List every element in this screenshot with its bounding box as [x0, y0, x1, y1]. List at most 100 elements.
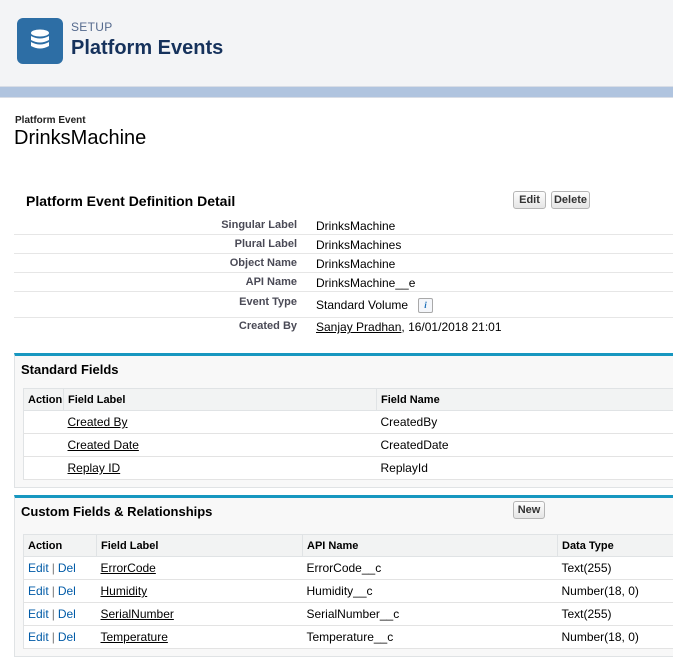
field-label-cell: ErrorCode	[97, 557, 303, 580]
api-name-cell: ErrorCode__c	[303, 557, 558, 580]
field-name-cell: ReplayId	[377, 457, 673, 480]
field-label-cell: Humidity	[97, 580, 303, 603]
detail-row: Singular Label DrinksMachine	[14, 216, 673, 235]
edit-link[interactable]: Edit	[28, 561, 49, 575]
action-cell: Edit|Del	[24, 557, 97, 580]
detail-row: Plural Label DrinksMachines	[14, 235, 673, 254]
separator: |	[52, 561, 55, 575]
section-title: Standard Fields	[21, 362, 119, 377]
field-label-cell: Created By	[64, 411, 377, 434]
detail-section-title: Platform Event Definition Detail	[26, 193, 235, 209]
column-header: Action	[24, 535, 97, 557]
detail-row: Created By Sanjay Pradhan, 16/01/2018 21…	[14, 318, 673, 338]
table-header: Action Field Label API Name Data Type	[24, 535, 673, 557]
api-name-cell: Temperature__c	[303, 626, 558, 649]
separator: |	[52, 607, 55, 621]
column-header: Action	[24, 389, 64, 411]
database-icon	[17, 18, 63, 64]
column-header: API Name	[303, 535, 558, 557]
detail-label: API Name	[246, 276, 297, 288]
detail-value: Sanjay Pradhan, 16/01/2018 21:01	[316, 320, 502, 334]
delete-link[interactable]: Del	[58, 630, 76, 644]
table-row: Created Date CreatedDate	[24, 434, 673, 457]
detail-row: API Name DrinksMachine__e	[14, 273, 673, 292]
column-header: Data Type	[558, 535, 673, 557]
new-field-button[interactable]: New	[513, 501, 545, 519]
edit-link[interactable]: Edit	[28, 630, 49, 644]
header-kicker: SETUP	[71, 20, 113, 34]
custom-fields-table: Action Field Label API Name Data Type Ed…	[23, 534, 673, 649]
delete-link[interactable]: Del	[58, 561, 76, 575]
table-row: Edit|Del Humidity Humidity__c Number(18,…	[24, 580, 673, 603]
table-row: Edit|Del ErrorCode ErrorCode__c Text(255…	[24, 557, 673, 580]
record-name: DrinksMachine	[14, 127, 146, 150]
info-icon[interactable]: i	[418, 298, 433, 313]
detail-fields: Singular Label DrinksMachine Plural Labe…	[14, 216, 673, 338]
action-cell	[24, 434, 64, 457]
table-row: Replay ID ReplayId	[24, 457, 673, 480]
created-by-user-link[interactable]: Sanjay Pradhan	[316, 320, 401, 334]
column-header: Field Name	[377, 389, 673, 411]
edit-link[interactable]: Edit	[28, 584, 49, 598]
detail-label: Event Type	[239, 296, 297, 308]
field-label-link[interactable]: Replay ID	[68, 461, 121, 475]
field-label-cell: SerialNumber	[97, 603, 303, 626]
standard-fields-section: Standard Fields Action Field Label Field…	[14, 353, 673, 488]
data-type-cell: Number(18, 0)	[558, 580, 673, 603]
page-title: Platform Events	[71, 37, 223, 60]
field-name-cell: CreatedBy	[377, 411, 673, 434]
detail-label: Singular Label	[221, 219, 297, 231]
detail-row: Object Name DrinksMachine	[14, 254, 673, 273]
table-row: Edit|Del SerialNumber SerialNumber__c Te…	[24, 603, 673, 626]
data-type-cell: Text(255)	[558, 603, 673, 626]
detail-label: Created By	[239, 320, 297, 332]
action-cell: Edit|Del	[24, 603, 97, 626]
custom-fields-section: Custom Fields & Relationships New Action…	[14, 495, 673, 657]
delete-link[interactable]: Del	[58, 584, 76, 598]
field-label-link[interactable]: Humidity	[101, 584, 148, 598]
action-cell: Edit|Del	[24, 626, 97, 649]
field-label-link[interactable]: ErrorCode	[101, 561, 156, 575]
field-label-cell: Temperature	[97, 626, 303, 649]
record-type-label: Platform Event	[15, 115, 86, 126]
field-label-link[interactable]: Created By	[68, 415, 128, 429]
column-header: Field Label	[97, 535, 303, 557]
detail-label: Object Name	[230, 257, 297, 269]
standard-fields-table: Action Field Label Field Name Created By…	[23, 388, 673, 480]
detail-value: DrinksMachines	[316, 238, 401, 252]
detail-value: DrinksMachine	[316, 219, 395, 233]
detail-value: DrinksMachine	[316, 257, 395, 271]
field-label-link[interactable]: Temperature	[101, 630, 168, 644]
detail-value: DrinksMachine__e	[316, 276, 415, 290]
action-cell: Edit|Del	[24, 580, 97, 603]
field-label-link[interactable]: SerialNumber	[101, 607, 174, 621]
field-label-cell: Replay ID	[64, 457, 377, 480]
api-name-cell: Humidity__c	[303, 580, 558, 603]
created-date: , 16/01/2018 21:01	[401, 320, 501, 334]
api-name-cell: SerialNumber__c	[303, 603, 558, 626]
separator: |	[52, 630, 55, 644]
content-panel: Platform Event DrinksMachine Platform Ev…	[0, 97, 673, 661]
edit-link[interactable]: Edit	[28, 607, 49, 621]
setup-header: SETUP Platform Events	[0, 0, 673, 87]
data-type-cell: Number(18, 0)	[558, 626, 673, 649]
data-type-cell: Text(255)	[558, 557, 673, 580]
event-type-value: Standard Volume	[316, 298, 408, 312]
detail-label: Plural Label	[235, 238, 297, 250]
field-label-cell: Created Date	[64, 434, 377, 457]
field-label-link[interactable]: Created Date	[68, 438, 139, 452]
edit-button[interactable]: Edit	[513, 191, 546, 209]
table-row: Edit|Del Temperature Temperature__c Numb…	[24, 626, 673, 649]
detail-row: Event Type Standard Volume i	[14, 292, 673, 318]
action-cell	[24, 457, 64, 480]
field-name-cell: CreatedDate	[377, 434, 673, 457]
table-header: Action Field Label Field Name	[24, 389, 673, 411]
section-title: Custom Fields & Relationships	[21, 504, 212, 519]
delete-button[interactable]: Delete	[551, 191, 590, 209]
action-cell	[24, 411, 64, 434]
delete-link[interactable]: Del	[58, 607, 76, 621]
detail-value: Standard Volume i	[316, 298, 433, 313]
column-header: Field Label	[64, 389, 377, 411]
table-row: Created By CreatedBy	[24, 411, 673, 434]
separator: |	[52, 584, 55, 598]
